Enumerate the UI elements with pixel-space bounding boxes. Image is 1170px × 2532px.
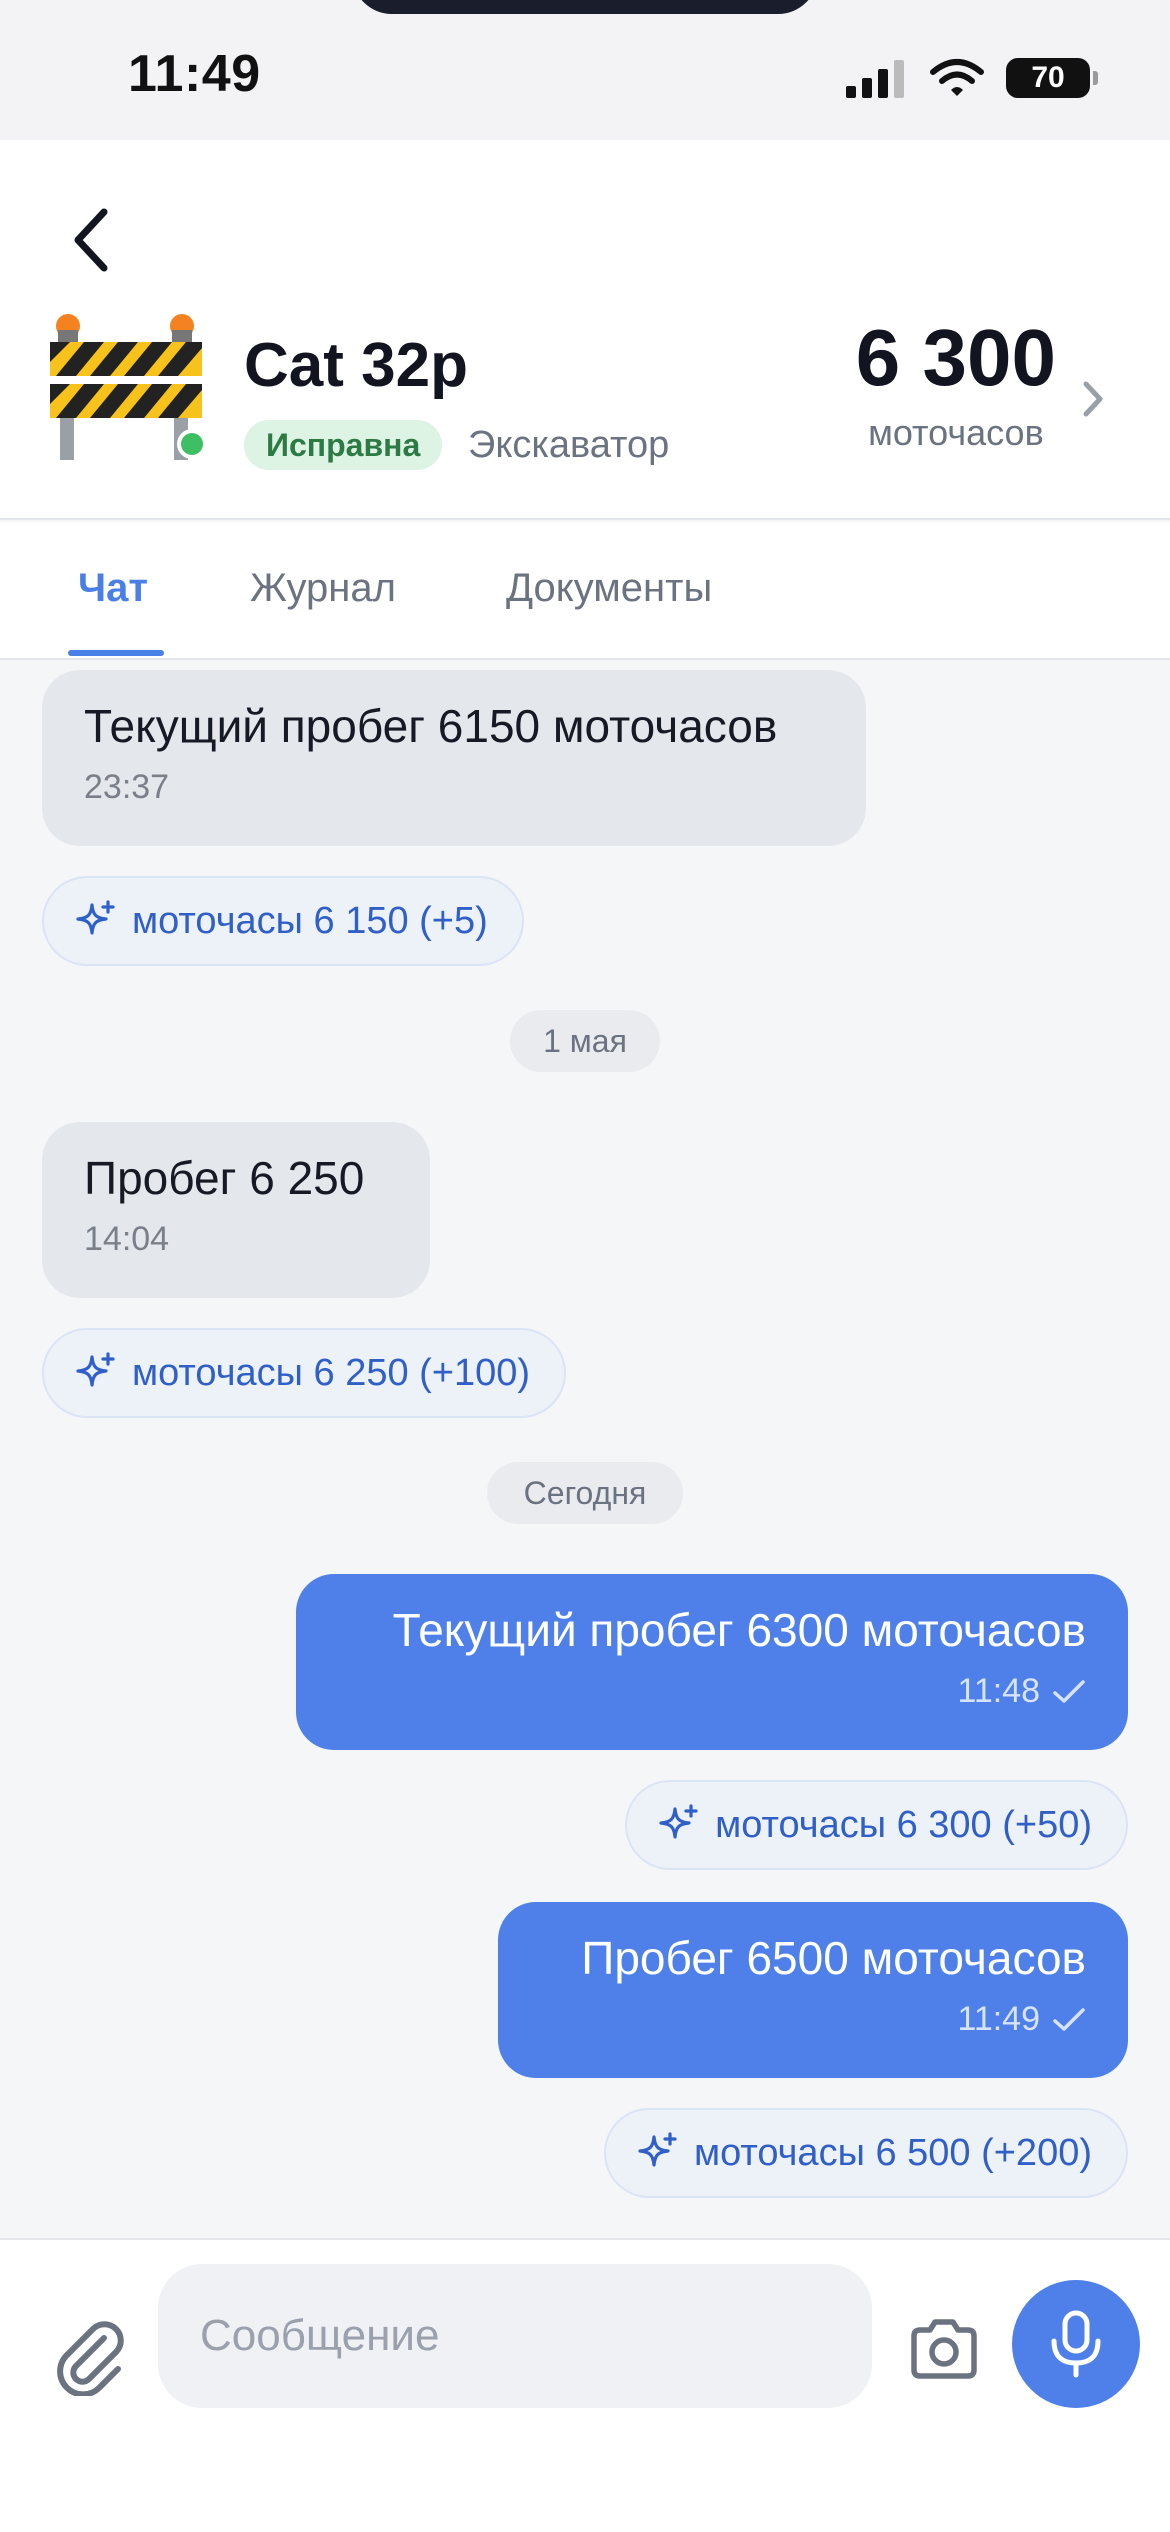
- message-time: 23:37: [84, 768, 170, 806]
- camera-icon[interactable]: [904, 2310, 984, 2390]
- voice-record-button[interactable]: [1012, 2280, 1140, 2408]
- status-bar: 11:49 70: [0, 0, 1170, 140]
- chip-label: моточасы 6 500 (+200): [693, 2131, 1092, 2174]
- tab-chat[interactable]: Чат: [78, 566, 148, 611]
- date-separator: 1 мая: [510, 1010, 660, 1072]
- sparkle-icon: [76, 1352, 115, 1387]
- equipment-header: Cat 32p Исправна Экскаватор 6 300 моточа…: [0, 140, 1170, 520]
- engine-hours-chip[interactable]: моточасы 6 150 (+5): [42, 876, 524, 966]
- tab-documents[interactable]: Документы: [506, 566, 712, 611]
- battery-level: 70: [1031, 61, 1065, 94]
- engine-hours-chip[interactable]: моточасы 6 300 (+50): [625, 1780, 1128, 1870]
- cellular-signal-icon: [846, 60, 904, 98]
- chip-label: моточасы 6 150 (+5): [132, 899, 488, 942]
- equipment-type: Экскаватор: [468, 424, 670, 466]
- status-badge: Исправна: [244, 420, 443, 470]
- message-time: 11:49: [957, 2000, 1040, 2038]
- equipment-name: Cat 32p: [244, 331, 468, 400]
- status-icons: 70: [846, 54, 1098, 102]
- message-bubble-outgoing[interactable]: Пробег 6500 моточасов 11:49: [498, 1902, 1128, 2078]
- chat-message-list[interactable]: Текущий пробег 6150 моточасов 23:37 мото…: [0, 662, 1170, 2238]
- engine-hours-unit: моточасов: [868, 412, 1044, 453]
- message-input[interactable]: [158, 2264, 872, 2408]
- sparkle-icon: [76, 900, 115, 935]
- message-text: Текущий пробег 6150 моточасов: [84, 700, 778, 752]
- sparkle-icon: [638, 2132, 677, 2167]
- chevron-right-icon[interactable]: [1078, 374, 1108, 424]
- engine-hours-summary[interactable]: 6 300 моточасов: [856, 318, 1056, 454]
- message-bubble-incoming[interactable]: Текущий пробег 6150 моточасов 23:37: [42, 670, 866, 846]
- message-text: Пробег 6500 моточасов: [581, 1932, 1086, 1984]
- tab-bar: Чат Журнал Документы: [0, 522, 1170, 660]
- message-bubble-outgoing[interactable]: Текущий пробег 6300 моточасов 11:48: [296, 1574, 1128, 1750]
- date-separator: Сегодня: [487, 1462, 683, 1524]
- message-text: Текущий пробег 6300 моточасов: [392, 1604, 1086, 1656]
- sent-check-icon: [1053, 2007, 1085, 2031]
- sparkle-icon: [659, 1804, 698, 1839]
- status-time: 11:49: [128, 45, 261, 103]
- microphone-icon: [1051, 2310, 1101, 2378]
- chip-label: моточасы 6 250 (+100): [132, 1351, 531, 1394]
- tab-journal[interactable]: Журнал: [250, 566, 396, 611]
- wifi-icon: [930, 59, 984, 96]
- active-tab-indicator: [68, 650, 164, 656]
- message-bubble-incoming[interactable]: Пробег 6 250 14:04: [42, 1122, 430, 1298]
- engine-hours-chip[interactable]: моточасы 6 500 (+200): [603, 2108, 1128, 2198]
- dynamic-island: [352, 0, 818, 14]
- message-text: Пробег 6 250: [84, 1152, 365, 1204]
- sent-check-icon: [1053, 1679, 1085, 1703]
- chip-label: моточасы 6 300 (+50): [715, 1803, 1092, 1846]
- roadblock-barrier-icon: [50, 314, 206, 460]
- message-composer: [0, 2238, 1170, 2532]
- engine-hours-value: 6 300: [855, 313, 1056, 402]
- back-chevron-icon[interactable]: [66, 200, 116, 280]
- engine-hours-chip[interactable]: моточасы 6 250 (+100): [42, 1328, 567, 1418]
- paperclip-icon[interactable]: [52, 2316, 132, 2396]
- message-meta: 11:49: [540, 2000, 1086, 2039]
- message-time: 11:48: [957, 1672, 1040, 1710]
- message-time: 14:04: [84, 1220, 170, 1258]
- battery-icon: 70: [1006, 58, 1098, 98]
- message-meta: 11:48: [338, 1672, 1086, 1711]
